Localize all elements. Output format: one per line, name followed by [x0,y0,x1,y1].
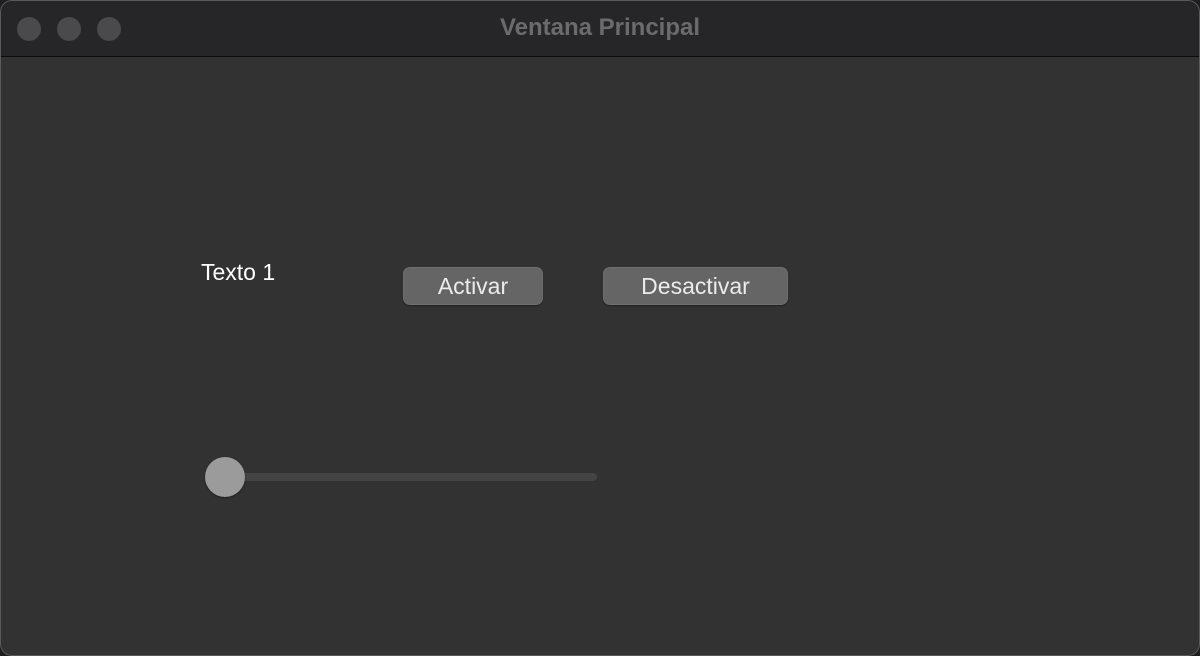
text-label: Texto 1 [201,259,276,285]
window-content: Texto 1 Activar Desactivar [1,57,1199,655]
title-bar[interactable]: Ventana Principal [1,1,1199,57]
activate-button[interactable]: Activar [403,267,543,305]
slider-track[interactable] [205,473,597,481]
slider[interactable] [205,457,599,497]
deactivate-button[interactable]: Desactivar [603,267,788,305]
window-title: Ventana Principal [499,14,701,41]
slider-knob[interactable] [205,457,245,497]
main-window: Ventana Principal Texto 1 Activar Desact… [0,0,1200,656]
